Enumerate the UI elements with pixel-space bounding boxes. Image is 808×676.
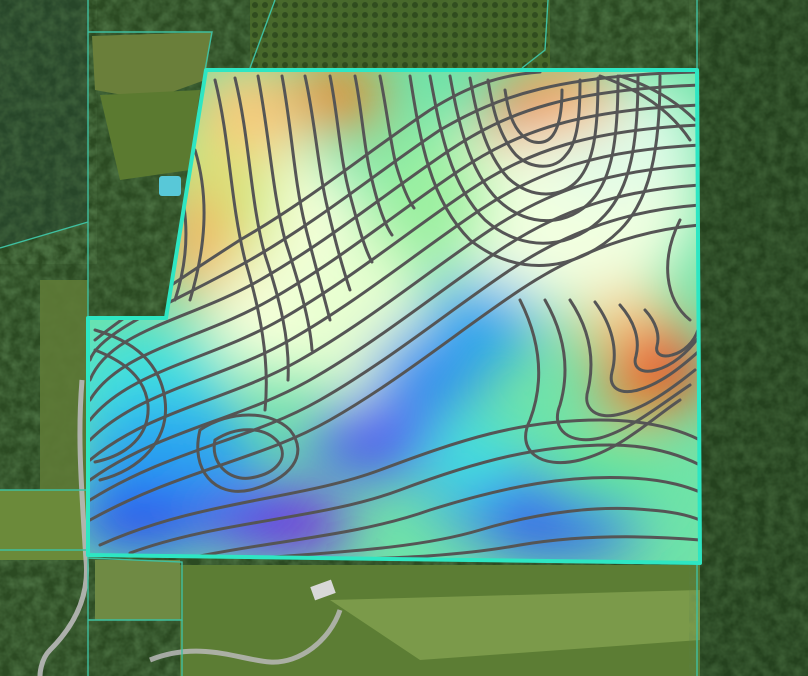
parcel-topography-map[interactable]	[0, 0, 808, 676]
